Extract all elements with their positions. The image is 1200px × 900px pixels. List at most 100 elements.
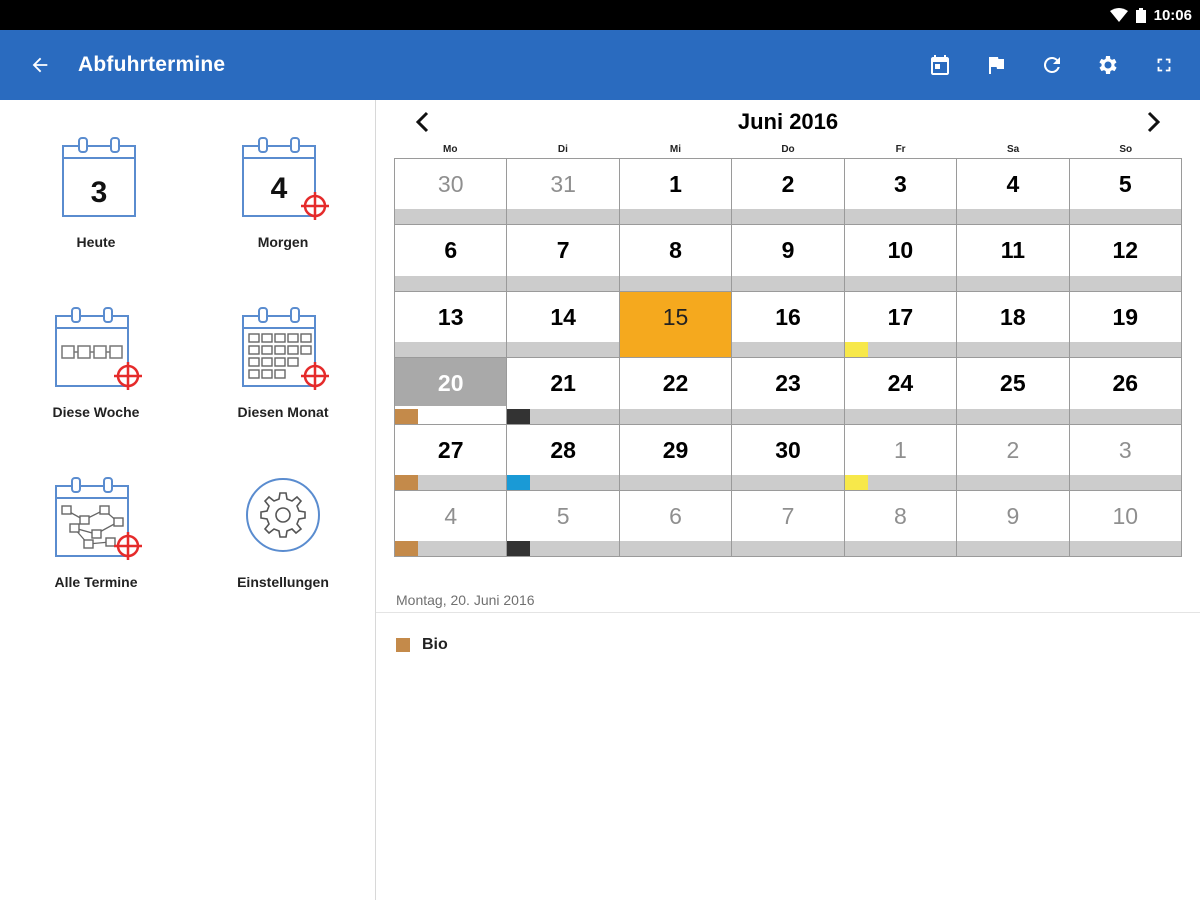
day-cell[interactable]: 17 [844,291,958,359]
day-cell[interactable]: 26 [1069,358,1182,425]
day-cell[interactable]: 18 [957,291,1070,359]
day-cell[interactable]: 27 [395,424,508,491]
event-list-item[interactable]: Bio [396,636,448,654]
day-cell[interactable]: 14 [507,291,620,359]
day-cell[interactable]: 3 [1069,424,1182,491]
tile-settings[interactable]: Einstellungen [203,460,363,610]
tile-settings-label: Einstellungen [237,574,329,590]
day-cell[interactable]: 9 [732,225,845,292]
day-number: 12 [1112,237,1139,264]
pickup-marker [844,474,868,490]
tile-today[interactable]: 3 Heute [16,120,176,270]
day-number: 14 [550,303,576,330]
day-cell[interactable]: 30 [732,424,845,491]
prev-month-button[interactable] [408,107,438,137]
day-number: 7 [556,237,570,264]
event-bar [507,209,619,225]
day-cell[interactable]: 2 [957,424,1070,491]
day-number: 26 [1112,370,1139,397]
day-number: 1 [669,171,682,197]
day-number: 25 [1000,370,1026,397]
day-cell[interactable]: 25 [957,358,1070,425]
calendar-next-day-icon: 4 [228,120,338,230]
day-number: 31 [550,171,576,197]
day-cell[interactable]: 1 [619,159,733,226]
day-number: 28 [550,436,576,463]
svg-text:3: 3 [91,176,108,209]
calendar-week-icon [41,290,151,400]
day-number: 24 [887,370,914,397]
day-cell[interactable]: 23 [732,358,845,425]
shortcut-panel: 3 Heute 4 Morgen Diese Woche Diesen Mona… [0,100,376,900]
back-button[interactable] [20,45,60,85]
day-cell[interactable]: 9 [957,490,1070,558]
day-cell[interactable]: 30 [395,159,508,226]
tile-week[interactable]: Diese Woche [16,290,176,440]
bio-color-swatch [396,638,410,652]
event-bar [957,209,1069,225]
refresh-icon [1043,56,1060,73]
day-cell[interactable]: 10 [1069,490,1182,558]
day-cell[interactable]: 19 [1069,291,1182,359]
day-number: 23 [775,370,801,397]
event-bar [395,342,507,358]
calendar-header: Juni 2016 [394,100,1182,144]
day-number: 1 [894,436,907,463]
day-cell[interactable]: 12 [1069,225,1182,292]
day-cell[interactable]: 4 [395,490,508,558]
day-number: 22 [662,370,689,397]
pickup-marker [844,342,868,358]
day-cell[interactable]: 10 [844,225,958,292]
day-cell[interactable]: 6 [395,225,508,292]
day-number: 10 [887,237,914,264]
day-cell[interactable]: 29 [619,424,733,491]
settings-icon [1099,56,1117,74]
event-bar [844,408,957,424]
day-number: 30 [437,171,464,197]
day-cell[interactable]: 6 [619,490,733,558]
day-cell[interactable]: 31 [507,159,620,226]
day-cell[interactable]: 7 [507,225,620,292]
tile-month[interactable]: Diesen Monat [203,290,363,440]
day-cell[interactable]: 5 [1069,159,1182,226]
day-cell[interactable]: 16 [732,291,845,359]
flag-icon [989,57,1004,74]
tile-tomorrow[interactable]: 4 Morgen [203,120,363,270]
refresh-button[interactable] [1032,45,1072,85]
day-number: 30 [775,436,801,463]
day-number: 2 [781,171,795,197]
fullscreen-button[interactable] [1144,45,1184,85]
pickup-marker [395,541,418,557]
day-cell[interactable]: 28 [507,424,620,491]
day-cell[interactable]: 22 [619,358,733,425]
event-label: Bio [422,636,448,653]
day-cell[interactable]: 20 [395,358,508,425]
day-cell[interactable]: 24 [844,358,958,425]
event-bar [957,342,1069,358]
day-cell[interactable]: 2 [732,159,845,226]
day-cell[interactable]: 5 [507,490,620,558]
weekday-label: Fr [895,144,906,155]
day-cell[interactable]: 11 [957,225,1070,292]
day-cell[interactable]: 4 [957,159,1070,226]
day-cell[interactable]: 7 [732,490,845,558]
next-month-button[interactable] [1138,107,1168,137]
weekday-label: Di [557,144,568,155]
day-cell[interactable]: 1 [844,424,958,491]
settings-button[interactable] [1088,45,1128,85]
day-cell[interactable]: 21 [507,358,620,425]
status-bar: 10:06 [0,0,1200,30]
flag-button[interactable] [976,45,1016,85]
day-number: 19 [1112,303,1139,330]
day-cell[interactable]: 13 [395,291,508,359]
day-cell[interactable]: 3 [844,159,958,226]
day-cell[interactable]: 15 [619,291,733,359]
today-button[interactable] [920,45,960,85]
day-cell[interactable]: 8 [844,490,958,558]
day-number: 9 [1006,502,1020,529]
day-number: 6 [444,237,458,264]
day-cell[interactable]: 8 [619,225,733,292]
tile-all[interactable]: Alle Termine [16,460,176,610]
event-bar [732,342,844,358]
day-number: 2 [1006,436,1020,463]
